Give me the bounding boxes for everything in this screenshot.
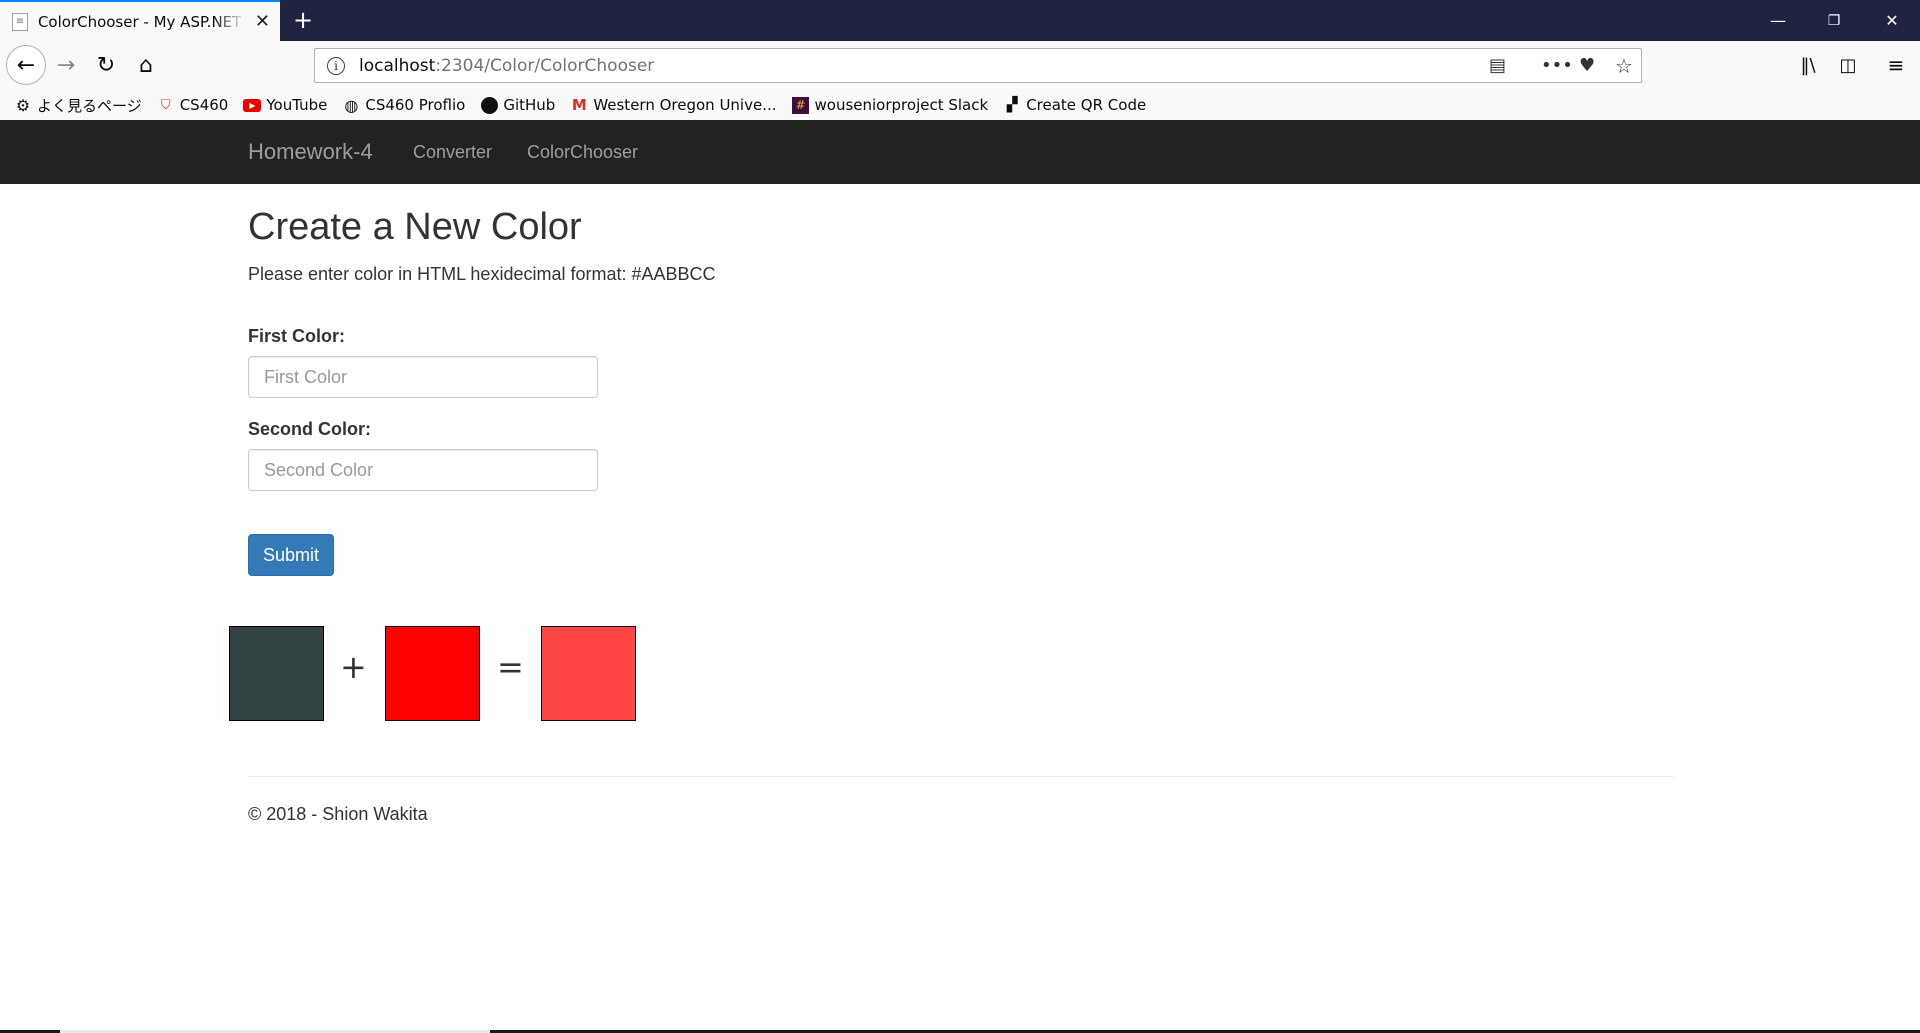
back-button[interactable]: ← (6, 45, 46, 85)
menu-button[interactable]: ≡ (1878, 47, 1914, 83)
reload-icon: ↻ (96, 52, 116, 78)
nav-link-converter[interactable]: Converter (413, 120, 492, 184)
new-tab-button[interactable]: + (288, 5, 318, 35)
first-color-input[interactable] (248, 356, 598, 398)
gmail-icon: M (571, 96, 587, 114)
close-tab-icon[interactable]: ✕ (255, 11, 270, 32)
pocket-icon: ♥ (1579, 55, 1596, 76)
qr-icon: ▞ (1006, 97, 1018, 113)
more-icon: ••• (1541, 55, 1573, 76)
sidebar-icon: ◫ (1839, 54, 1857, 76)
bookmark-label: YouTube (266, 96, 328, 114)
bookmark-item[interactable]: # wouseniorproject Slack (792, 96, 989, 114)
home-icon: ⌂ (139, 52, 153, 78)
bookmarks-toolbar: ⚙ よく見るページ ⛉ CS460 ▶ YouTube ◍ CS460 Prof… (0, 90, 1920, 120)
equals-sign: = (497, 648, 524, 686)
reader-view-button[interactable]: ▤ (1489, 49, 1506, 82)
shield-icon: ⛉ (160, 97, 171, 113)
library-button[interactable]: ‖\ (1790, 47, 1826, 83)
bookmark-item[interactable]: ⚙ よく見るページ (14, 95, 142, 116)
second-color-input[interactable] (248, 449, 598, 491)
bookmark-label: Western Oregon Unive... (593, 96, 777, 114)
nav-link-colorchooser[interactable]: ColorChooser (527, 120, 638, 184)
bookmark-label: よく見るページ (37, 96, 142, 115)
url-host: localhost (359, 55, 436, 76)
close-window-button[interactable]: ✕ (1864, 0, 1920, 41)
bookmark-star-button[interactable]: ☆ (1615, 49, 1633, 82)
browser-toolbar: ← → ↻ ⌂ i localhost :2304/Color/ColorCho… (0, 41, 1920, 90)
browser-tab-strip: ≡ ColorChooser - My ASP.NET Application … (0, 0, 1920, 41)
tab-title: ColorChooser - My ASP.NET Application (37, 12, 245, 31)
result-color-swatch (541, 626, 636, 721)
address-bar[interactable]: i localhost :2304/Color/ColorChooser ▤ •… (314, 48, 1642, 83)
pocket-button[interactable]: ♥ (1579, 49, 1595, 82)
bookmark-label: CS460 (179, 96, 229, 114)
bookmark-item[interactable]: ▶ YouTube (243, 96, 327, 114)
bookmark-item[interactable]: ⛉ CS460 (157, 96, 229, 114)
bookmark-item[interactable]: ◍ CS460 Proflio (342, 95, 466, 115)
footer-copyright: © 2018 - Shion Wakita (248, 804, 428, 824)
bookmark-label: CS460 Proflio (365, 96, 466, 114)
second-color-swatch (385, 626, 480, 721)
bookmark-label: wouseniorproject Slack (814, 96, 989, 114)
bookmark-label: GitHub (503, 96, 556, 114)
arrow-right-icon: → (56, 52, 76, 78)
sidebar-button[interactable]: ◫ (1830, 47, 1866, 83)
bookmark-item[interactable]: ▞ Create QR Code (1003, 96, 1146, 114)
plus-sign: + (340, 648, 367, 686)
url-path: :2304/Color/ColorChooser (435, 55, 655, 76)
first-color-swatch (229, 626, 324, 721)
hamburger-icon: ≡ (1887, 53, 1905, 77)
reload-button[interactable]: ↻ (88, 47, 124, 83)
star-icon: ☆ (1615, 53, 1633, 78)
page-icon: ≡ (12, 12, 28, 31)
first-color-label: First Color: (248, 326, 345, 346)
info-icon[interactable]: i (327, 56, 345, 75)
site-navbar: Homework-4 Converter ColorChooser (0, 120, 1920, 184)
instructions-text: Please enter color in HTML hexidecimal f… (248, 264, 716, 284)
library-icon: ‖\ (1800, 54, 1816, 76)
submit-button[interactable]: Submit (248, 534, 334, 576)
footer-divider (248, 776, 1674, 777)
brand-link[interactable]: Homework-4 (248, 120, 373, 184)
slack-icon: # (792, 96, 810, 114)
home-button[interactable]: ⌂ (128, 47, 164, 83)
forward-button[interactable]: → (48, 47, 84, 83)
globe-icon: ◍ (344, 95, 359, 115)
second-color-label: Second Color: (248, 419, 372, 439)
bookmark-item[interactable]: GitHub (480, 96, 555, 114)
github-icon (480, 96, 498, 114)
page-title: Create a New Color (248, 206, 582, 248)
restore-window-button[interactable]: ❐ (1806, 0, 1862, 41)
reader-view-icon: ▤ (1489, 55, 1507, 76)
arrow-left-icon: ← (16, 52, 36, 78)
bookmark-label: Create QR Code (1026, 96, 1147, 114)
gear-icon: ⚙ (15, 95, 31, 115)
browser-tab-active[interactable]: ≡ ColorChooser - My ASP.NET Application … (0, 0, 280, 41)
youtube-icon: ▶ (243, 96, 262, 114)
bookmark-item[interactable]: M Western Oregon Unive... (570, 96, 777, 114)
page-actions-button[interactable]: ••• (1541, 49, 1573, 82)
minimize-window-button[interactable]: — (1750, 0, 1806, 41)
